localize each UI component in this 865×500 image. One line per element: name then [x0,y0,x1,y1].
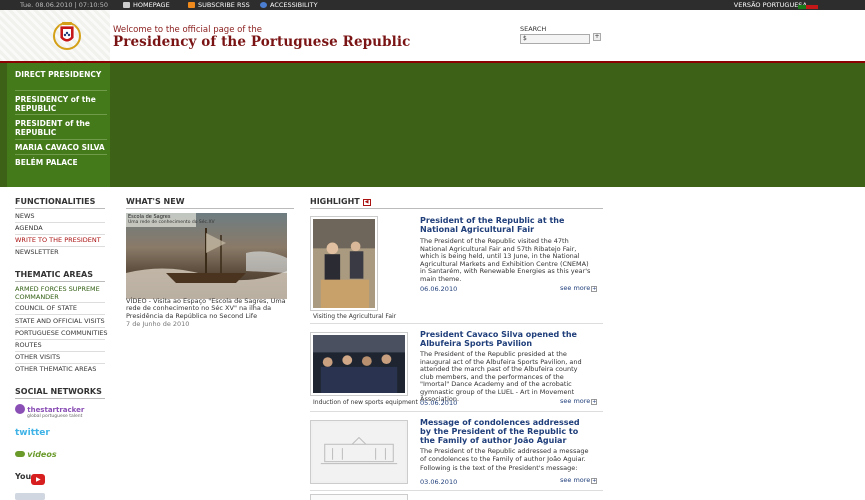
nav-maria-cavaco-silva[interactable]: MARIA CAVACO SILVA [15,143,107,152]
flickr-icon[interactable] [15,493,45,500]
top-bar: Tue. 08.06.2010 | 07:10:50 HOMEPAGE SUBS… [0,0,865,10]
armed-forces-link[interactable]: ARMED FORCES SUPREME COMMANDER [15,285,105,301]
news-link[interactable]: NEWS [15,212,35,221]
accessibility-icon [260,2,267,8]
videos-link[interactable]: videos [15,450,57,459]
highlight-divider [310,411,603,412]
main-navigation: DIRECT PRESIDENCY PRESIDENCY of the REPU… [7,63,110,187]
highlight-headline[interactable]: President Cavaco Silva opened the Albufe… [420,330,590,348]
highlight-arrow-icon[interactable]: ◀ [362,199,371,206]
link-divider [15,351,105,352]
highlight-headline[interactable]: Message of condolences addressed by the … [420,418,592,445]
highlight-date: 06.06.2010 [420,285,458,293]
startracker-icon [15,404,25,414]
youtube-link[interactable]: You ▶ [15,472,46,485]
home-icon [123,2,130,8]
nav-divider [15,90,107,91]
search-input[interactable]: $ [520,34,590,44]
portuguese-communities-link[interactable]: PORTUGUESE COMMUNITIES [15,329,108,338]
section-rule [15,208,105,209]
homepage-link[interactable]: HOMEPAGE [123,1,170,9]
whats-new-image[interactable]: Escola de Sagres Uma rede de conheciment… [126,213,287,299]
twitter-link[interactable]: twitter [15,428,50,438]
write-to-president-link[interactable]: WRITE TO THE PRESIDENT [15,236,101,245]
nav-divider [15,139,107,140]
rss-link[interactable]: SUBSCRIBE RSS [188,1,250,9]
social-networks-title: SOCIAL NETWORKS [15,387,102,396]
nav-president-of-republic[interactable]: PRESIDENT of the REPUBLIC [15,119,107,137]
highlight-photo-caption: Visiting the Agricultural Fair [313,313,397,320]
belem-palace-placeholder-icon [313,423,405,481]
search-button[interactable]: + [593,33,601,41]
nav-belem-palace[interactable]: BELÉM PALACE [15,158,107,167]
nav-direct-presidency[interactable]: DIRECT PRESIDENCY [15,70,107,79]
highlight-photo[interactable] [310,332,408,396]
section-rule [126,208,294,209]
link-divider [15,302,105,303]
videos-icon [15,451,25,457]
highlight-date: 05.06.2010 [420,399,458,407]
hero-banner [0,63,865,187]
nav-divider [15,114,107,115]
whats-new-date: 7 de Junho de 2010 [126,320,190,328]
highlight-summary: The President of the Republic presided a… [420,350,582,403]
nav-presidency-of-republic[interactable]: PRESIDENCY of the REPUBLIC [15,95,107,113]
see-more-link[interactable]: see more + [560,284,598,292]
highlight-divider [310,490,603,491]
other-thematic-areas-link[interactable]: OTHER THEMATIC AREAS [15,365,96,374]
highlight-divider [310,323,603,324]
section-rule [310,208,603,209]
link-divider [15,314,105,315]
highlight-photo-partial[interactable] [310,494,408,500]
header: Welcome to the official page of the Pres… [0,10,865,62]
ship-illustration [126,228,287,299]
nav-divider [15,154,107,155]
site-title[interactable]: Presidency of the Portuguese Republic [113,34,410,50]
link-divider [15,234,105,235]
search-label: SEARCH [520,25,547,33]
agricultural-fair-photo [313,219,375,308]
language-link[interactable]: VERSÃO PORTUGUESA [734,1,807,9]
agenda-link[interactable]: AGENDA [15,224,43,233]
highlight-photo-caption: Induction of new sports equipment [313,399,418,406]
whats-new-caption[interactable]: VÍDEO - Visita ao Espaço "Escola de Sagr… [126,297,291,320]
link-divider [15,222,105,223]
date-time: Tue. 08.06.2010 | 07:10:50 [20,1,108,9]
highlight-headline[interactable]: President of the Republic at the Nationa… [420,216,590,234]
link-divider [15,363,105,364]
highlight-summary: The President of the Republic visited th… [420,237,591,283]
routes-link[interactable]: ROUTES [15,341,42,350]
highlight-summary-extra: Following is the text of the President's… [420,464,578,472]
newsletter-link[interactable]: NEWSLETTER [15,248,59,257]
thematic-areas-title: THEMATIC AREAS [15,270,94,279]
youtube-tube-icon: ▶ [31,474,46,485]
sports-pavilion-photo [313,335,405,393]
functionalities-title: FUNCTIONALITIES [15,197,96,206]
highlight-summary: The President of the Republic addressed … [420,447,589,463]
startracker-link[interactable]: thestartracker global portuguese talent [15,404,84,419]
section-rule [15,398,105,399]
accessibility-link[interactable]: ACCESSIBILITY [260,1,318,9]
link-divider [15,246,105,247]
highlight-photo[interactable] [310,420,408,484]
see-more-link[interactable]: see more + [560,397,598,405]
section-rule [15,281,105,282]
council-of-state-link[interactable]: COUNCIL OF STATE [15,304,77,313]
highlight-photo[interactable] [310,216,378,311]
link-divider [15,327,105,328]
link-divider [15,339,105,340]
whats-new-title: WHAT'S NEW [126,197,185,206]
portugal-flag-icon[interactable] [798,3,818,9]
highlight-date: 03.06.2010 [420,478,458,486]
rss-icon [188,2,195,8]
other-visits-link[interactable]: OTHER VISITS [15,353,60,362]
coat-of-arms-logo[interactable] [52,16,82,52]
highlight-title: HIGHLIGHT ◀ [310,197,371,206]
state-visits-link[interactable]: STATE AND OFFICIAL VISITS [15,317,105,326]
see-more-link[interactable]: see more + [560,476,598,484]
